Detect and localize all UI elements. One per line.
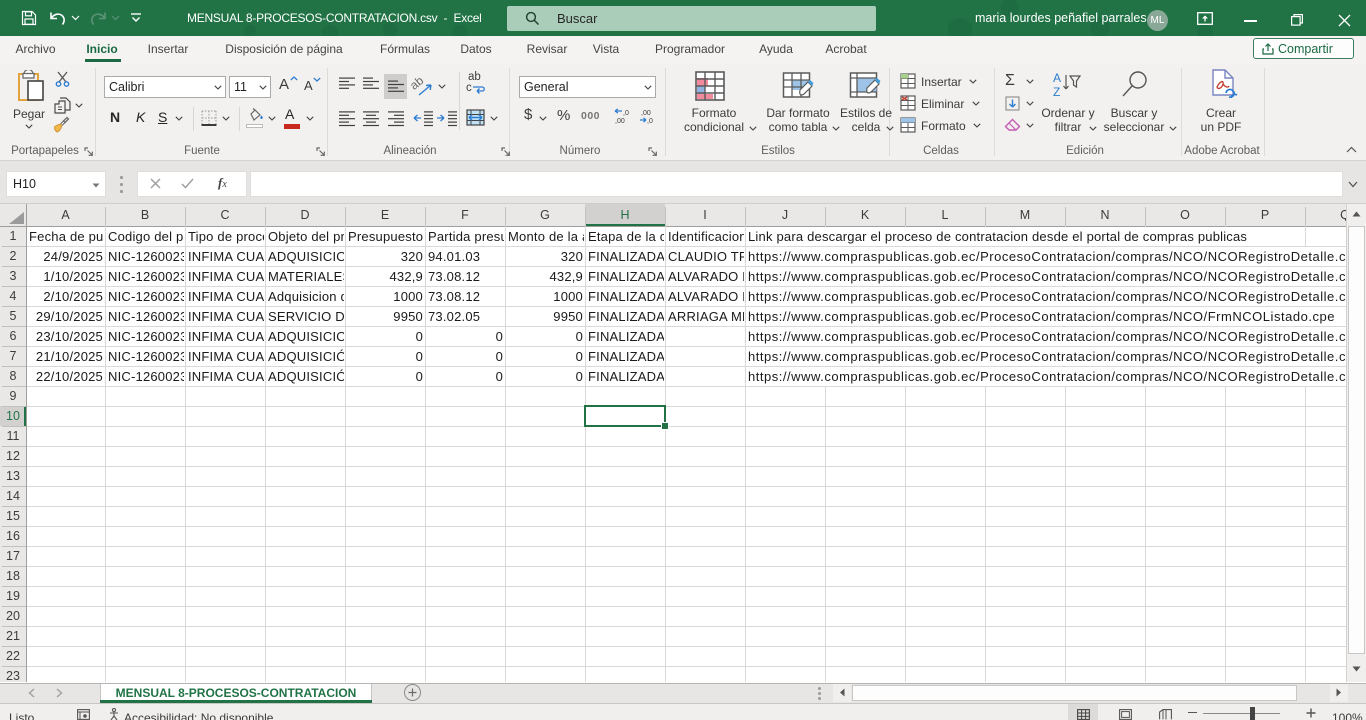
svg-text:Z: Z — [1053, 85, 1060, 98]
svg-text:,00: ,00 — [615, 118, 625, 125]
svg-text:A: A — [1053, 71, 1061, 85]
svg-text:,0: ,0 — [647, 118, 653, 125]
svg-text:,00: ,00 — [641, 110, 651, 117]
svg-text:,0: ,0 — [623, 110, 629, 117]
